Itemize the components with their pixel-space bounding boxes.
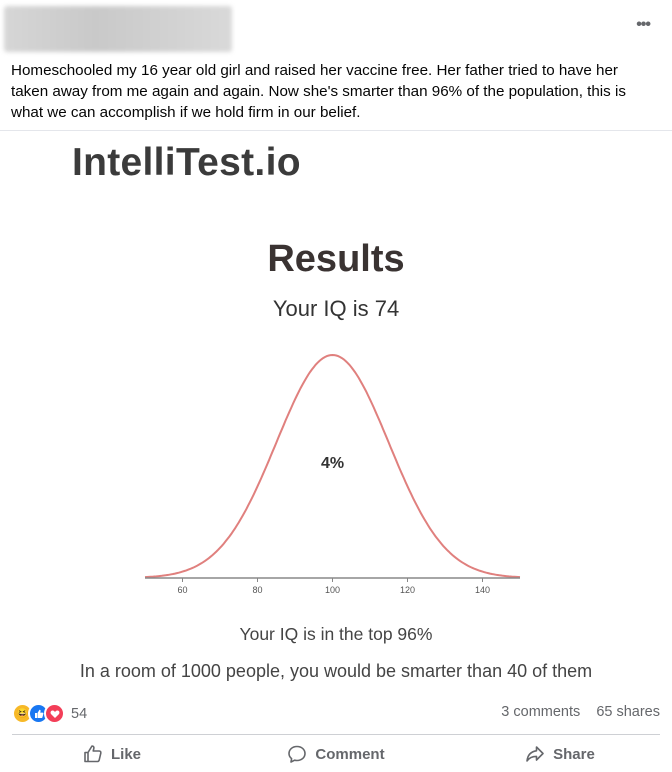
like-label: Like [110, 745, 141, 763]
like-button[interactable]: Like [0, 742, 224, 766]
curve-annotation: 4% [321, 455, 344, 472]
thumbs-up-icon [84, 745, 102, 763]
share-arrow-icon [526, 746, 544, 762]
room-comparison-line: In a room of 1000 people, you would be s… [79, 661, 593, 681]
shares-count-link[interactable]: 65 shares [596, 704, 660, 720]
reaction-count: 54 [71, 705, 88, 722]
author-name-redacted[interactable] [4, 6, 232, 52]
x-tick-label: 60 [177, 585, 187, 595]
comments-count-link[interactable]: 3 comments [501, 704, 580, 720]
share-button[interactable]: Share [448, 742, 672, 766]
results-heading: Results [267, 238, 405, 280]
divider [12, 734, 660, 735]
comment-button[interactable]: Comment [224, 742, 448, 766]
x-tick-label: 140 [475, 585, 490, 595]
reaction-summary[interactable]: 😆 54 [12, 703, 87, 724]
more-options-icon[interactable]: ••• [636, 16, 651, 34]
comment-bubble-icon [288, 745, 307, 763]
divider [0, 130, 672, 131]
brand-logo-text: IntelliTest.io [72, 141, 301, 184]
post-action-bar: Like Comment Share [0, 742, 672, 766]
x-tick-label: 120 [400, 585, 415, 595]
x-tick-label: 80 [252, 585, 262, 595]
iq-score-line: Your IQ is 74 [272, 296, 400, 321]
love-reaction-icon [44, 703, 65, 724]
bell-curve-chart: 60 80 100 120 140 4% [144, 353, 521, 595]
post-text: Homeschooled my 16 year old girl and rai… [11, 62, 626, 121]
top-percent-line: Your IQ is in the top 96% [239, 624, 433, 644]
comment-label: Comment [315, 745, 385, 763]
post-stats: 3 comments 65 shares [489, 704, 660, 720]
share-label: Share [553, 745, 595, 763]
x-tick-label: 100 [325, 585, 340, 595]
